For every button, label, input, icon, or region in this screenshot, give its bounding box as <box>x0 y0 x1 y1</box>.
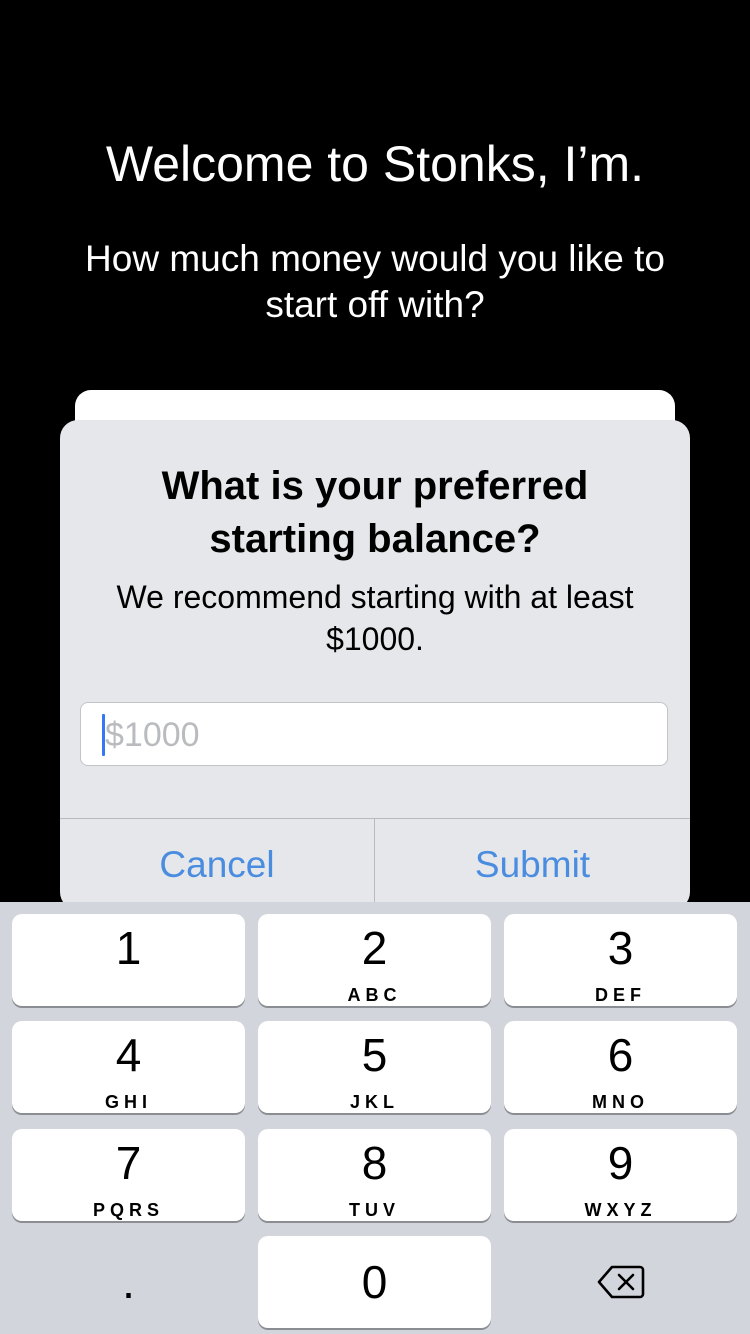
starting-balance-input[interactable]: $1000 <box>80 702 668 766</box>
submit-button[interactable]: Submit <box>375 819 690 910</box>
starting-balance-alert: What is your preferred starting balance?… <box>60 420 690 910</box>
key-letters: ABC <box>347 985 402 1005</box>
key-3[interactable]: 3 DEF <box>504 914 737 1006</box>
welcome-title: Welcome to Stonks, I’m. <box>105 136 645 192</box>
key-0[interactable]: 0 <box>258 1236 491 1328</box>
cancel-button[interactable]: Cancel <box>60 819 374 910</box>
key-digit: 7 <box>115 1137 142 1189</box>
key-9[interactable]: 9 WXYZ <box>504 1129 737 1221</box>
key-letters: JKL <box>349 1092 399 1112</box>
key-digit: 0 <box>361 1256 388 1308</box>
key-5[interactable]: 5 JKL <box>258 1021 491 1113</box>
alert-message: We recommend starting with at least $100… <box>116 579 634 657</box>
key-letters: MNO <box>592 1092 649 1112</box>
key-letters: WXYZ <box>584 1200 657 1220</box>
key-digit: 1 <box>115 922 142 974</box>
delete-key[interactable] <box>504 1236 737 1328</box>
key-letters: PQRS <box>92 1200 164 1220</box>
key-1[interactable]: 1 <box>12 914 245 1006</box>
key-letters: TUV <box>349 1200 400 1220</box>
key-7[interactable]: 7 PQRS <box>12 1129 245 1221</box>
welcome-subtitle: How much money would you like to start o… <box>85 238 665 325</box>
key-2[interactable]: 2 ABC <box>258 914 491 1006</box>
key-6[interactable]: 6 MNO <box>504 1021 737 1113</box>
text-caret <box>102 714 105 756</box>
key-letters: DEF <box>595 985 646 1005</box>
key-digit: 9 <box>607 1137 634 1189</box>
key-4[interactable]: 4 GHI <box>12 1021 245 1113</box>
key-digit: 8 <box>361 1137 388 1189</box>
backspace-icon <box>597 1265 644 1299</box>
key-digit: 6 <box>607 1029 634 1081</box>
key-digit: 3 <box>607 922 634 974</box>
alert-title: What is your preferred starting balance? <box>161 464 589 561</box>
key-decimal[interactable]: . <box>12 1236 245 1328</box>
key-digit: 2 <box>361 922 388 974</box>
key-digit: 5 <box>361 1029 388 1081</box>
key-letters: GHI <box>104 1092 152 1112</box>
key-digit: 4 <box>115 1029 142 1081</box>
key-8[interactable]: 8 TUV <box>258 1129 491 1221</box>
input-placeholder: $1000 <box>105 716 200 754</box>
